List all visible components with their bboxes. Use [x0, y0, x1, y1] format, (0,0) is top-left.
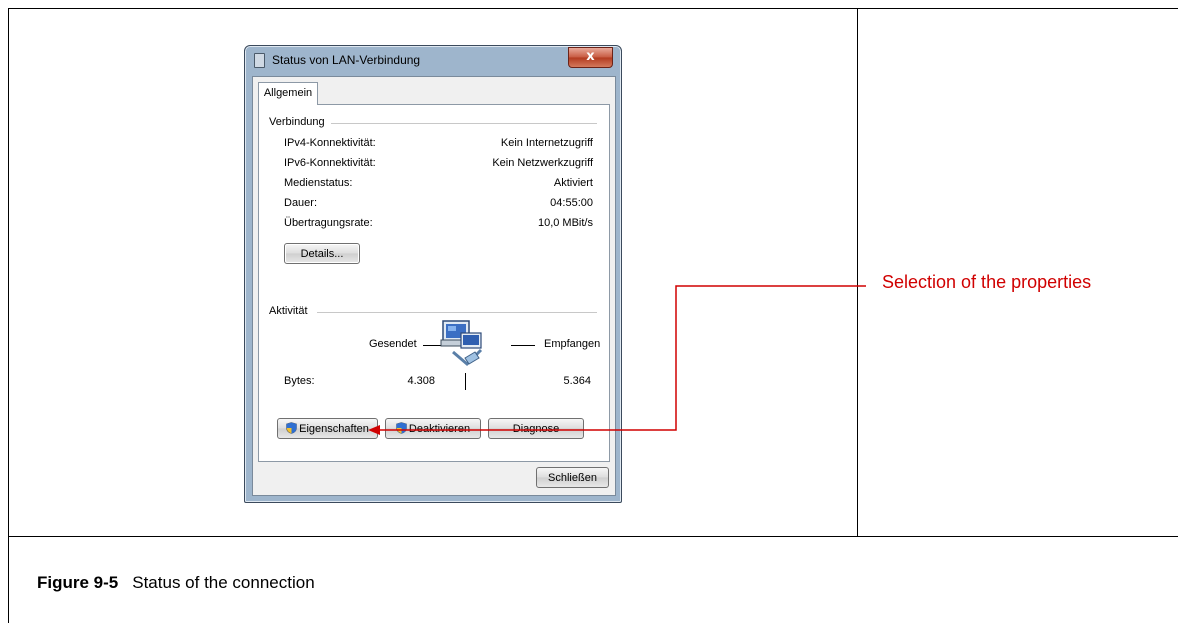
uac-shield-icon — [396, 422, 407, 434]
bytes-divider — [465, 373, 466, 390]
row-label-ipv4: IPv4-Konnektivität: — [284, 137, 376, 149]
bytes-sent-value: 4.308 — [407, 375, 435, 387]
group-label-aktivitaet: Aktivität — [269, 305, 312, 317]
row-value-rate: 10,0 MBit/s — [537, 217, 593, 229]
close-button[interactable]: Schließen — [536, 467, 609, 488]
group-divider — [317, 312, 597, 313]
bytes-received-value: 5.364 — [563, 375, 591, 387]
properties-button[interactable]: Eigenschaften — [277, 418, 378, 439]
network-adapter-icon — [440, 320, 483, 367]
diagnose-button[interactable]: Diagnose — [488, 418, 584, 439]
disable-button[interactable]: Deaktivieren — [385, 418, 481, 439]
group-divider — [331, 123, 597, 124]
bytes-label: Bytes: — [284, 375, 315, 387]
row-value-ipv6: Kein Netzwerkzugriff — [492, 157, 593, 169]
annotation-text: Selection of the properties — [882, 272, 1092, 292]
row-label-medienstatus: Medienstatus: — [284, 177, 353, 189]
received-label: Empfangen — [544, 338, 601, 350]
window-title: Status von LAN-Verbindung — [272, 53, 421, 67]
uac-shield-icon — [286, 422, 297, 434]
row-label-ipv6: IPv6-Konnektivität: — [284, 157, 376, 169]
disable-button-label: Deaktivieren — [408, 423, 471, 435]
title-bar[interactable]: Status von LAN-Verbindung x — [245, 46, 621, 76]
tab-allgemein[interactable]: Allgemein — [258, 82, 318, 105]
sent-label: Gesendet — [369, 338, 417, 350]
dialog-client-area: Allgemein Verbindung IPv4-Konnektivität:… — [252, 76, 616, 496]
network-window-icon — [254, 53, 265, 68]
received-line — [511, 345, 535, 346]
close-icon[interactable]: x — [568, 47, 613, 68]
group-label-verbindung: Verbindung — [269, 116, 329, 128]
row-value-ipv4: Kein Internetzugriff — [500, 137, 593, 149]
row-label-dauer: Dauer: — [284, 197, 318, 209]
row-value-medienstatus: Aktiviert — [553, 177, 593, 189]
details-button[interactable]: Details... — [284, 243, 360, 264]
row-label-rate: Übertragungsrate: — [284, 217, 373, 229]
lan-status-dialog: Status von LAN-Verbindung x Allgemein Ve… — [244, 45, 622, 503]
figure-number: Figure 9-5 — [37, 573, 119, 592]
figure-title: Status of the connection — [132, 573, 315, 592]
row-value-dauer: 04:55:00 — [550, 197, 593, 209]
figure-caption: Figure 9-5 Status of the connection — [37, 573, 315, 593]
properties-button-label: Eigenschaften — [299, 423, 369, 435]
frame-divider-horizontal — [8, 536, 1178, 537]
frame-divider-vertical — [857, 8, 858, 536]
tab-panel-allgemein: Verbindung IPv4-Konnektivität: Kein Inte… — [258, 104, 610, 462]
